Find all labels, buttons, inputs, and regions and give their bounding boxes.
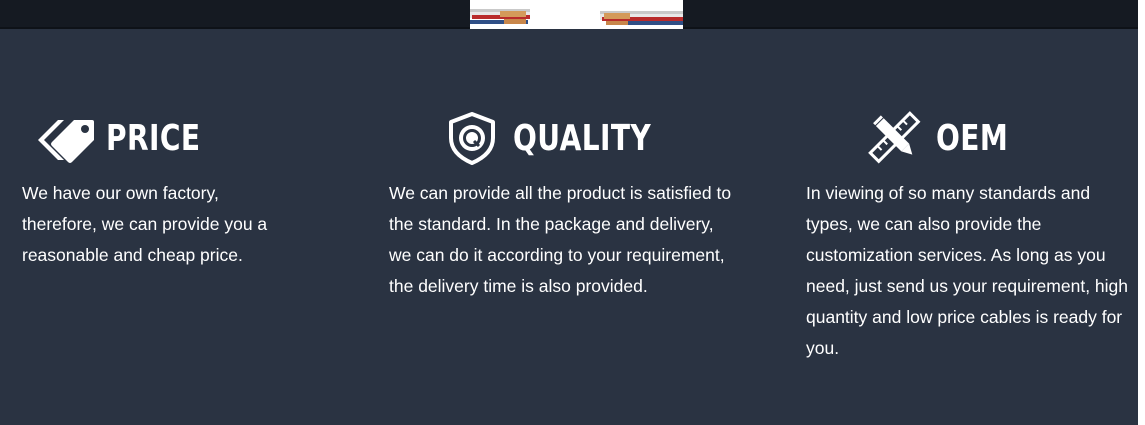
- feature-quality: QUALITY We can provide all the product i…: [389, 108, 734, 302]
- feature-description: In viewing of so many standards and type…: [806, 183, 1128, 358]
- feature-header: OEM: [806, 108, 1141, 168]
- feature-description: We can provide all the product is satisf…: [389, 183, 732, 296]
- feature-title: OEM: [936, 117, 1009, 159]
- feature-header: PRICE: [22, 108, 287, 168]
- feature-price: PRICE We have our own factory, therefore…: [22, 108, 287, 271]
- quality-shield-icon: [441, 110, 503, 166]
- cable-banner-image: [470, 0, 683, 29]
- feature-title: PRICE: [106, 117, 201, 159]
- feature-description: We have our own factory, therefore, we c…: [22, 183, 268, 265]
- feature-header: QUALITY: [389, 108, 734, 168]
- price-tag-icon: [34, 110, 96, 166]
- feature-oem: OEM In viewing of so many standards and …: [806, 108, 1141, 364]
- features-section: PRICE We have our own factory, therefore…: [0, 0, 1138, 425]
- ruler-pencil-icon: [864, 110, 926, 166]
- feature-title: QUALITY: [513, 117, 652, 159]
- top-banner-strip: [0, 0, 1138, 29]
